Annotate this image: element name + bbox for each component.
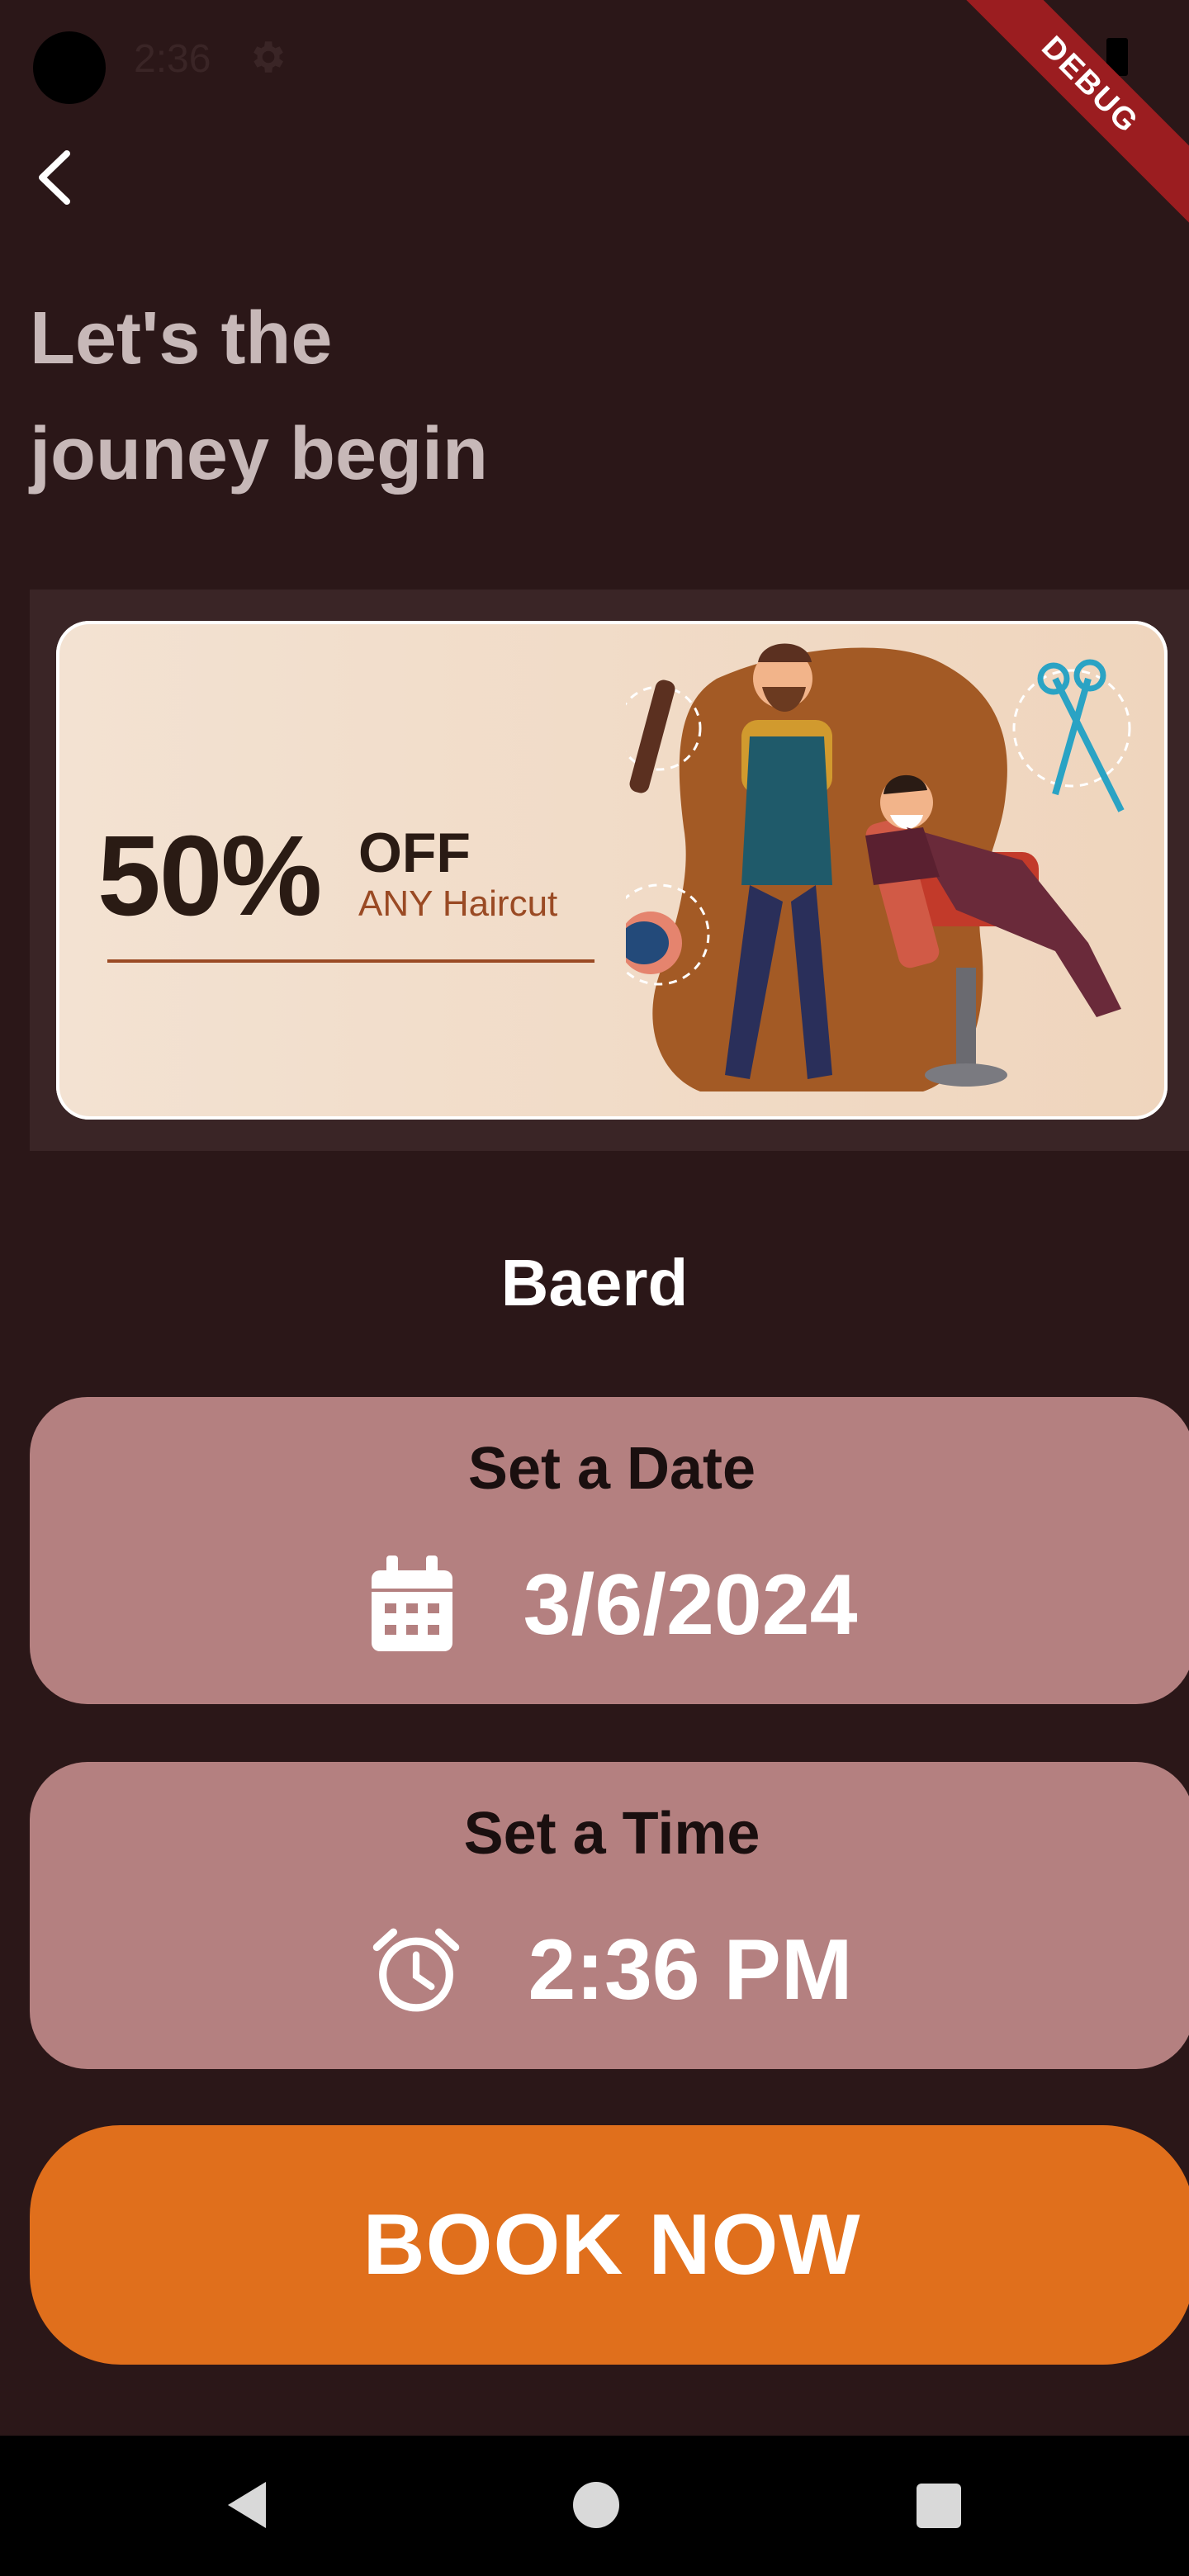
camera-cutout [33,31,106,104]
book-now-label: BOOK NOW [362,2196,861,2293]
nav-back-icon[interactable] [223,2479,272,2531]
nav-home-icon[interactable] [573,2482,619,2528]
promo-card: 50% OFF ANY Haircut [56,621,1168,1120]
date-picker-row: 3/6/2024 [30,1556,1189,1655]
calendar-icon [371,1556,452,1651]
status-time: 2:36 [134,37,211,81]
promo-banner[interactable]: 50% OFF ANY Haircut [30,590,1189,1151]
booking-screen: 2:36 DEBUG Let's the jouney begin 50% OF… [0,0,1189,2576]
time-picker-card[interactable]: Set a Time 2:36 PM [30,1762,1189,2069]
page-title-line-1: Let's the [30,297,333,380]
nav-recents-icon[interactable] [917,2484,961,2528]
time-picker-row: 2:36 PM [30,1920,1189,2020]
time-picker-title: Set a Time [463,1801,760,1867]
back-arrow-icon [39,150,70,205]
book-now-button[interactable]: BOOK NOW [30,2125,1189,2365]
system-nav-bar [0,2436,1189,2576]
page-title-line-2: jouney begin [30,413,489,495]
date-value: 3/6/2024 [523,1556,858,1653]
promo-off-label: OFF [358,822,471,884]
barber-illustration [626,643,1131,1091]
page-title: Let's the jouney begin [30,281,773,512]
promo-divider [107,959,594,963]
time-value: 2:36 PM [528,1921,853,2018]
alarm-clock-icon [373,1928,460,2012]
promo-percent: 50% [97,812,322,940]
promo-subtitle: ANY Haircut [358,883,558,924]
service-name: Baerd [500,1246,689,1319]
date-picker-card[interactable]: Set a Date 3/6/2024 [30,1397,1189,1704]
settings-icon [253,41,283,73]
date-picker-title: Set a Date [467,1436,756,1502]
back-button[interactable] [18,140,92,215]
